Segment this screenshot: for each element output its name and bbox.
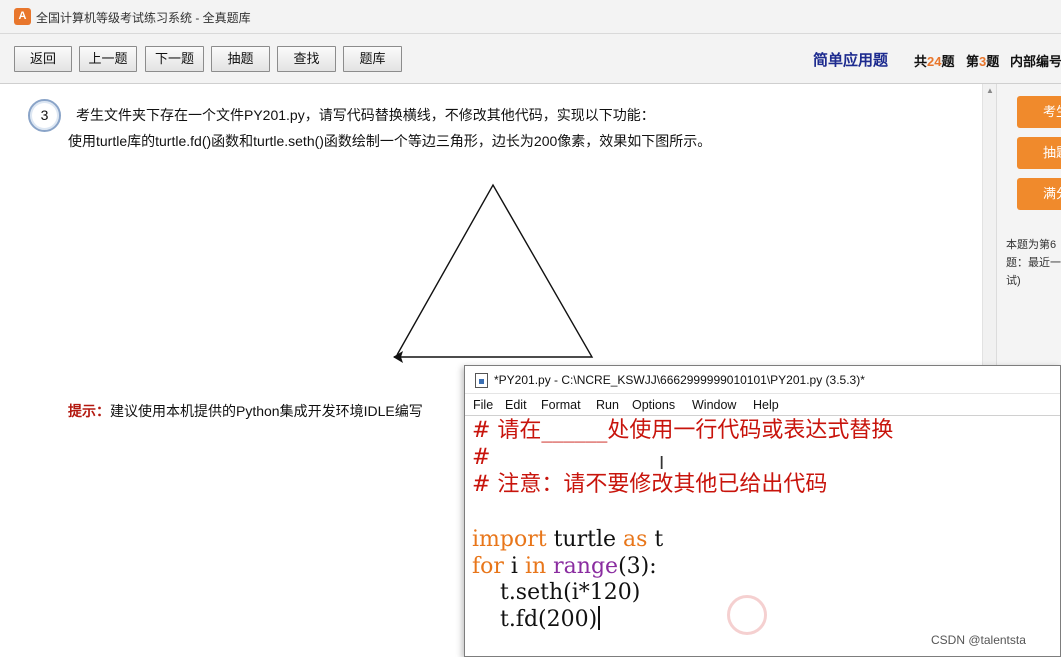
app-logo-icon: A [14, 8, 31, 25]
code-fd-text: t.fd(200) [472, 607, 598, 632]
total-count: 共24题 [914, 51, 955, 70]
code-line-for: for i in range(3): [472, 554, 657, 580]
full-score-button[interactable]: 满分 [1017, 178, 1061, 210]
alias-name: t [647, 527, 664, 552]
idle-titlebar[interactable]: *PY201.py - C:\NCRE_KSWJJ\66629999990101… [465, 366, 1060, 394]
current-prefix: 第 [966, 54, 980, 69]
text-caret [598, 606, 601, 630]
menu-window[interactable]: Window [692, 398, 736, 412]
watermark: CSDN @talentsta [931, 633, 1026, 647]
toolbar: 返回 上一题 下一题 抽题 查找 题库 简单应用题 共24题 第3题 内部编号 [0, 34, 1061, 84]
menu-help[interactable]: Help [753, 398, 779, 412]
menu-options[interactable]: Options [632, 398, 675, 412]
total-suffix: 题 [941, 54, 955, 69]
kw-as: as [623, 527, 648, 552]
ibeam-cursor-icon: I [659, 453, 665, 474]
triangle-outline [394, 183, 594, 358]
menu-file[interactable]: File [473, 398, 493, 412]
kw-import: import [472, 527, 547, 552]
triangle-figure [393, 183, 594, 363]
idle-window-title: *PY201.py - C:\NCRE_KSWJJ\66629999990101… [494, 373, 865, 387]
code-line-import: import turtle as t [472, 527, 663, 553]
current-suffix: 题 [986, 54, 1000, 69]
scroll-up-arrow-icon[interactable]: ▲ [983, 84, 997, 98]
draw-button[interactable]: 抽题 [1017, 137, 1061, 169]
hint-body: 建议使用本机提供的Python集成开发环境IDLE编写 [110, 403, 423, 419]
question-text-line1: 考生文件夹下存在一个文件PY201.py，请写代码替换横线，不修改其他代码，实现… [76, 107, 655, 123]
code-line-comment3: # 注意：请不要修改其他已给出代码 [472, 472, 828, 497]
previous-question-button[interactable]: 上一题 [79, 46, 137, 72]
range-args: (3): [618, 554, 657, 579]
total-number: 24 [927, 54, 942, 69]
builtin-range: range [553, 554, 619, 579]
back-button[interactable]: 返回 [14, 46, 72, 72]
question-number-badge: 3 [28, 99, 61, 132]
code-line-comment1: # 请在______处使用一行代码或表达式替换 [472, 418, 894, 443]
menu-format[interactable]: Format [541, 398, 581, 412]
python-file-icon [475, 373, 488, 388]
question-text-line2: 使用turtle库的turtle.fd()函数和turtle.seth()函数绘… [68, 133, 712, 149]
internal-id-label: 内部编号 [1010, 54, 1061, 69]
question-info-text: 本题为第6题：最近一试) [1006, 239, 1061, 287]
window-title: 全国计算机等级考试练习系统 - 全真题库 [36, 11, 251, 25]
module-name: turtle [546, 527, 624, 552]
question-bank-button[interactable]: 题库 [343, 46, 402, 72]
kw-for: for [472, 554, 504, 579]
current-index: 第3题 [966, 51, 999, 70]
menu-run[interactable]: Run [596, 398, 619, 412]
search-button[interactable]: 查找 [277, 46, 336, 72]
code-line-comment2: # [472, 445, 491, 470]
code-line-fd: t.fd(200) [472, 606, 601, 633]
examinee-button[interactable]: 考生 [1017, 96, 1061, 128]
idle-menubar: File Edit Format Run Options Window Help [465, 394, 1060, 416]
question-type-label: 简单应用题 [813, 52, 889, 69]
kw-in: in [524, 554, 547, 579]
window-titlebar: A 全国计算机等级考试练习系统 - 全真题库 [0, 0, 1061, 34]
loop-var: i [503, 554, 525, 579]
code-line-seth: t.seth(i*120) [472, 580, 641, 605]
draw-question-button[interactable]: 抽题 [211, 46, 270, 72]
hint-label: 提示： [68, 403, 110, 419]
hint-text: 提示：建议使用本机提供的Python集成开发环境IDLE编写 [68, 401, 423, 421]
menu-edit[interactable]: Edit [505, 398, 527, 412]
next-question-button[interactable]: 下一题 [145, 46, 204, 72]
total-prefix: 共 [914, 54, 928, 69]
click-indicator-ring [727, 595, 767, 635]
